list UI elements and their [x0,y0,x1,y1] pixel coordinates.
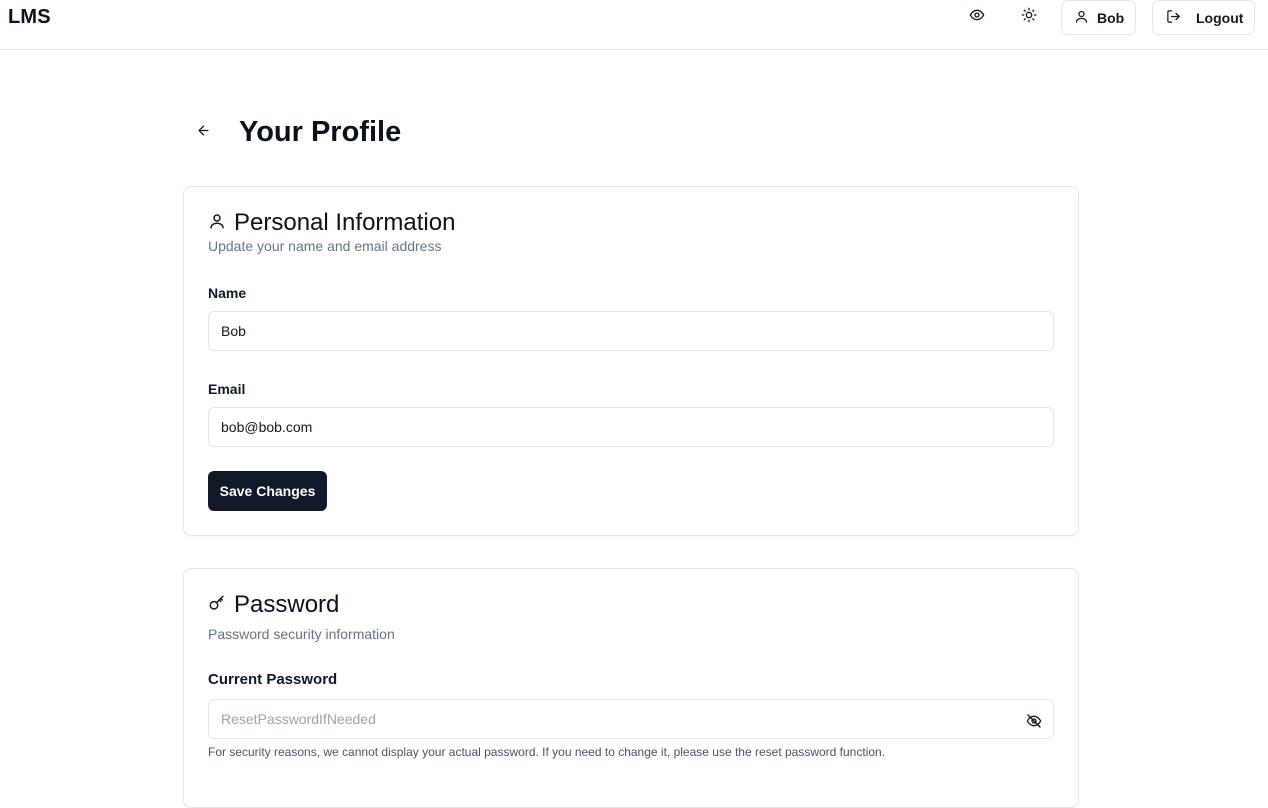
save-changes-button[interactable]: Save Changes [208,471,327,511]
password-heading: Password [208,591,339,619]
logout-label: Logout [1196,9,1244,26]
logout-icon [1166,9,1181,27]
arrow-left-icon [196,123,211,143]
password-help-text: For security reasons, we cannot display … [208,745,886,759]
sun-icon [1021,7,1037,28]
current-password-label: Current Password [208,671,338,688]
logout-button[interactable]: Logout [1152,0,1255,35]
user-name-label: Bob [1097,9,1125,26]
page-title: Your Profile [239,116,402,148]
card-subtitle: Update your name and email address [208,238,442,254]
back-button[interactable] [190,120,216,146]
key-icon [208,591,226,619]
email-label: Email [208,381,246,397]
theme-toggle-button[interactable] [1013,2,1045,32]
name-input[interactable] [208,311,1054,351]
personal-information-heading: Personal Information [208,209,455,237]
user-profile-button[interactable]: Bob [1061,0,1136,35]
eye-icon [969,7,985,28]
personal-information-card: Personal Information Update your name an… [183,186,1079,536]
name-label: Name [208,285,247,301]
eye-off-icon [1026,713,1042,734]
current-password-input[interactable] [208,699,1054,739]
password-card: Password Password security information C… [183,568,1079,808]
card-title-text: Password [234,591,340,618]
email-input[interactable] [208,407,1054,447]
card-subtitle: Password security information [208,626,395,642]
card-title-text: Personal Information [234,209,456,236]
toggle-password-visibility-button[interactable] [1020,709,1048,737]
top-navbar: LMS Bob Logout [0,0,1268,50]
user-icon [1074,9,1089,27]
app-logo[interactable]: LMS [8,6,51,29]
preview-button[interactable] [961,2,993,32]
user-icon [208,209,226,237]
